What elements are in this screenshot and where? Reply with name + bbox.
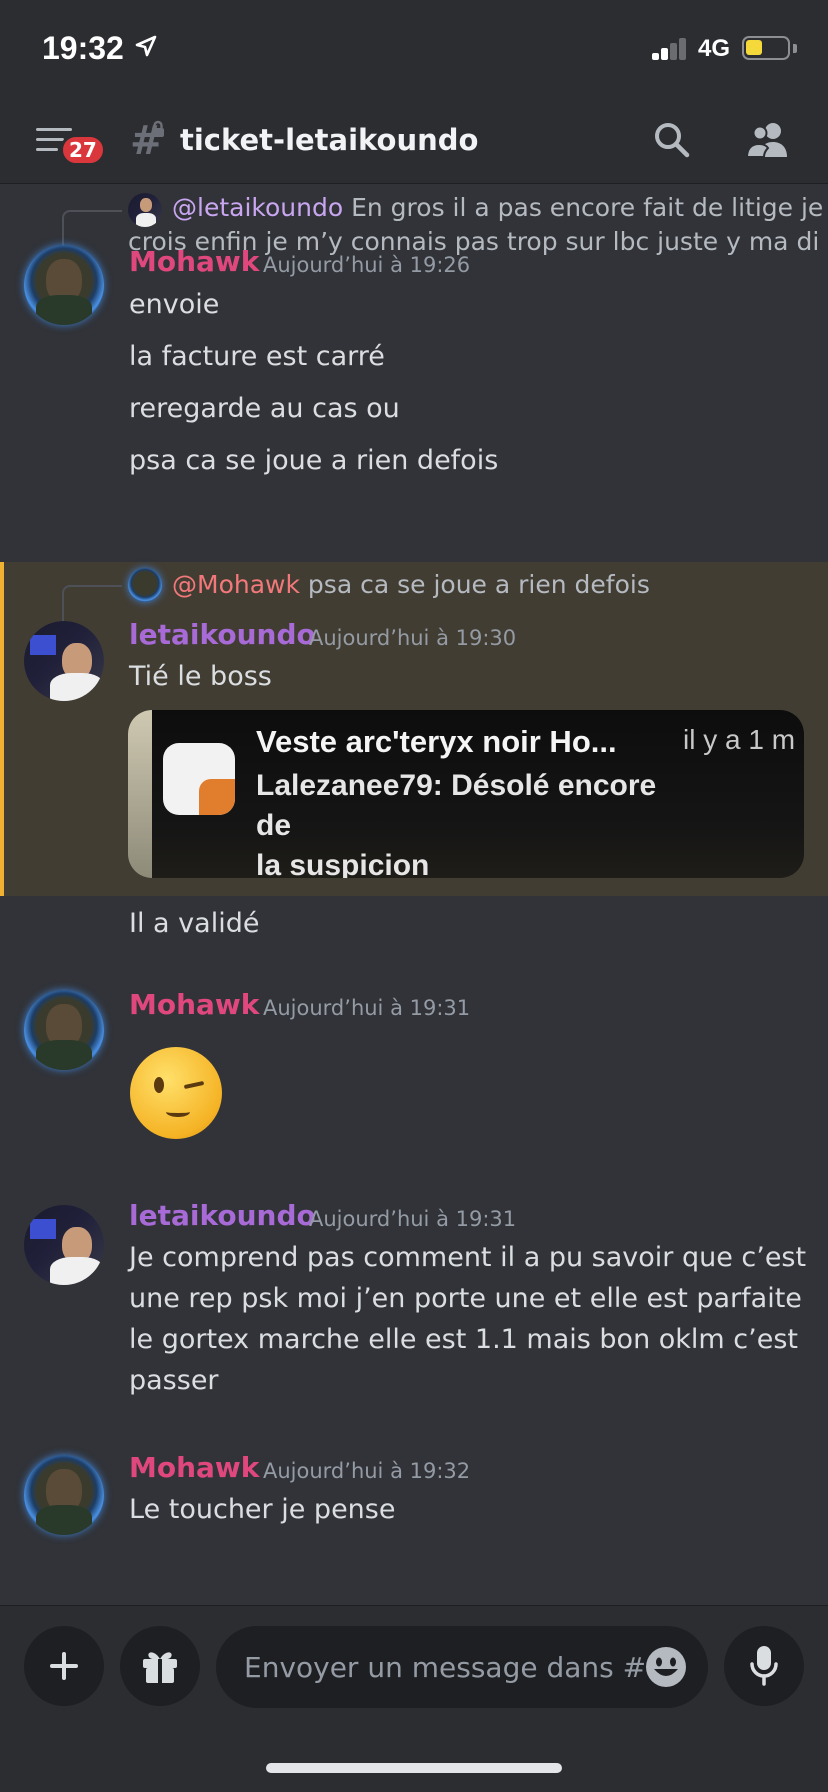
status-time: 19:32 [42,30,124,66]
battery-level [746,40,762,55]
message-list[interactable]: @letaikoundo En gros il a pas encore fai… [0,185,828,1605]
username[interactable]: letaikoundo [129,1199,316,1232]
battery-icon [742,36,790,60]
message-text[interactable]: psa ca se joue a rien defois [129,440,498,481]
channel-header: 27 # ticket-letaikoundo [0,100,828,184]
microphone-icon [750,1646,778,1686]
reply-mention[interactable]: @Mohawk [172,570,300,599]
home-indicator[interactable] [266,1763,562,1773]
signal-icon [652,38,690,60]
network-type: 4G [698,35,731,62]
notification-body-line: Lalezanee79: Désolé encore de [256,769,657,842]
channel-name[interactable]: ticket-letaikoundo [180,123,478,157]
avatar[interactable] [24,990,104,1070]
avatar[interactable] [24,621,104,701]
username[interactable]: letaikoundo [129,618,316,651]
signal-bar [652,53,659,60]
username[interactable]: Mohawk [129,988,259,1021]
message-text[interactable]: Je comprend pas comment il a pu savoir q… [129,1237,806,1278]
reply-connector [62,585,122,625]
notification-body-line: la suspicion [256,849,430,878]
reply-preview[interactable]: @letaikoundo En gros il a pas encore fai… [172,191,823,224]
message-text[interactable]: Tié le boss [129,656,272,697]
message-text[interactable]: la facture est carré [129,336,385,377]
lock-icon [152,120,164,137]
search-icon[interactable] [652,120,692,160]
notification-body: Lalezanee79: Désolé encore de la suspici… [256,766,696,878]
notification-time: il y a 1 m [683,724,796,755]
avatar[interactable] [24,245,104,325]
message-input[interactable] [244,1644,644,1690]
gift-icon [143,1652,177,1683]
voice-message-button[interactable] [724,1626,804,1706]
unread-badge: 27 [60,134,106,166]
timestamp: Aujourd’hui à 19:31 [309,1207,517,1231]
message-text[interactable]: passer [129,1360,219,1401]
gift-button[interactable] [120,1626,200,1706]
signal-bar [679,38,686,60]
message-text[interactable]: Le toucher je pense [129,1489,395,1530]
timestamp: Aujourd’hui à 19:31 [263,996,471,1020]
message-text[interactable]: envoie [129,284,219,325]
timestamp: Aujourd’hui à 19:30 [309,626,517,650]
reply-avatar [128,568,162,602]
add-attachment-button[interactable] [24,1626,104,1706]
timestamp: Aujourd’hui à 19:26 [263,253,471,277]
winking-face-icon[interactable] [130,1047,222,1139]
attachment-edge [128,710,152,878]
message-input-box[interactable] [216,1626,708,1708]
signal-bar [661,48,668,60]
message-text[interactable]: le gortex marche elle est 1.1 mais bon o… [129,1319,798,1360]
signal-bar [670,43,677,60]
avatar[interactable] [24,1205,104,1285]
status-bar: 19:32 4G [0,0,828,100]
members-icon[interactable] [746,120,790,160]
username[interactable]: Mohawk [129,245,259,278]
reply-text-line: En gros il a pas encore fait de litige j… [351,193,824,222]
username[interactable]: Mohawk [129,1451,259,1484]
message-text[interactable]: Il a validé [129,903,259,944]
timestamp: Aujourd’hui à 19:32 [263,1459,471,1483]
location-arrow-icon [135,35,157,57]
notification-title: Veste arc'teryx noir Ho... [256,724,617,759]
mention-highlight-bar [0,562,4,896]
reply-mention[interactable]: @letaikoundo [172,193,343,222]
avatar[interactable] [24,1455,104,1535]
emoji-icon[interactable] [644,1645,688,1689]
message-text[interactable]: reregarde au cas ou [129,388,400,429]
image-attachment[interactable]: Veste arc'teryx noir Ho... il y a 1 m La… [128,710,804,878]
reply-text-line: psa ca se joue a rien defois [307,570,650,599]
reply-avatar [128,193,162,227]
reply-preview[interactable]: @Mohawk psa ca se joue a rien defois [172,568,650,601]
message-text[interactable]: une rep psk moi j’en porte une et elle e… [129,1278,802,1319]
app-icon [163,743,235,815]
battery-cap [793,44,797,53]
